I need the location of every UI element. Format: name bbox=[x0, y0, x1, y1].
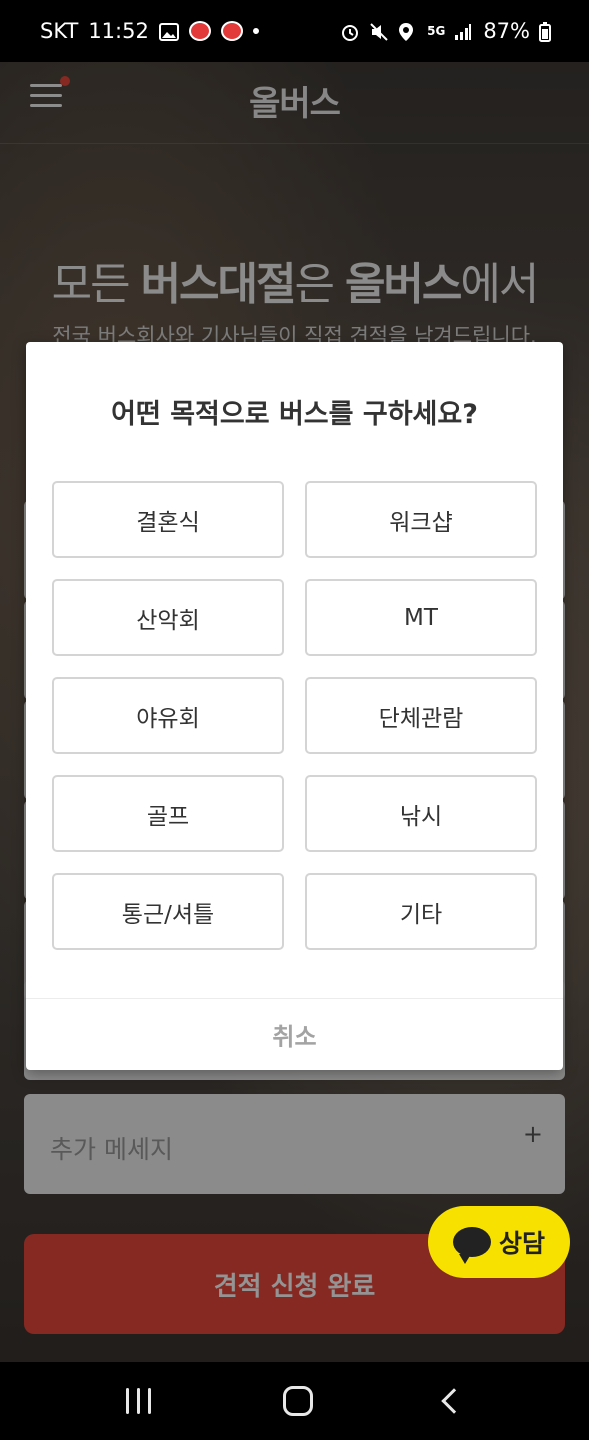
status-bar: SKT 11:52 5G 87% bbox=[0, 0, 589, 62]
option-other-button[interactable]: 기타 bbox=[305, 873, 537, 950]
alarm-icon bbox=[340, 22, 360, 41]
location-icon bbox=[398, 22, 418, 41]
app-notification-icon bbox=[220, 21, 243, 41]
screen: SKT 11:52 5G 87% 올버스 모든 버스대절은 올버스에서 전국 버… bbox=[0, 0, 589, 1440]
dialog-title: 어떤 목적으로 버스를 구하세요? bbox=[111, 399, 478, 430]
battery-icon bbox=[539, 22, 559, 42]
option-wedding-button[interactable]: 결혼식 bbox=[52, 481, 284, 558]
option-hiking-club-button[interactable]: 산악회 bbox=[52, 579, 284, 656]
gallery-icon bbox=[158, 22, 179, 41]
network-type-label: 5G bbox=[427, 24, 446, 38]
signal-icon bbox=[454, 22, 474, 40]
option-commute-shuttle-button[interactable]: 통근/셔틀 bbox=[52, 873, 284, 950]
option-picnic-button[interactable]: 야유회 bbox=[52, 677, 284, 754]
option-fishing-button[interactable]: 낚시 bbox=[305, 775, 537, 852]
option-workshop-button[interactable]: 워크샵 bbox=[305, 481, 537, 558]
recent-apps-icon[interactable] bbox=[126, 1388, 151, 1414]
option-mt-button[interactable]: MT bbox=[305, 579, 537, 656]
system-nav-bar bbox=[0, 1362, 589, 1440]
time-label: 11:52 bbox=[88, 19, 149, 43]
option-group-viewing-button[interactable]: 단체관람 bbox=[305, 677, 537, 754]
option-golf-button[interactable]: 골프 bbox=[52, 775, 284, 852]
more-notifications-dot-icon bbox=[252, 28, 259, 34]
consult-chat-label: 상담 bbox=[498, 1229, 545, 1258]
purpose-dialog: 어떤 목적으로 버스를 구하세요? 결혼식 워크샵 산악회 MT 야유회 단체관… bbox=[26, 342, 563, 1070]
consult-chat-button[interactable]: 상담 bbox=[428, 1206, 570, 1278]
app-notification-icon bbox=[188, 21, 211, 41]
cancel-button[interactable]: 취소 bbox=[26, 999, 563, 1070]
mute-icon bbox=[369, 22, 389, 41]
chat-bubble-icon bbox=[452, 1227, 491, 1264]
purpose-options: 결혼식 워크샵 산악회 MT 야유회 단체관람 골프 낚시 통근/셔틀 기타 bbox=[52, 481, 537, 950]
battery-percent-label: 87% bbox=[483, 19, 530, 43]
carrier-label: SKT bbox=[40, 19, 79, 43]
home-icon[interactable] bbox=[283, 1386, 313, 1416]
back-icon[interactable] bbox=[441, 1388, 467, 1414]
